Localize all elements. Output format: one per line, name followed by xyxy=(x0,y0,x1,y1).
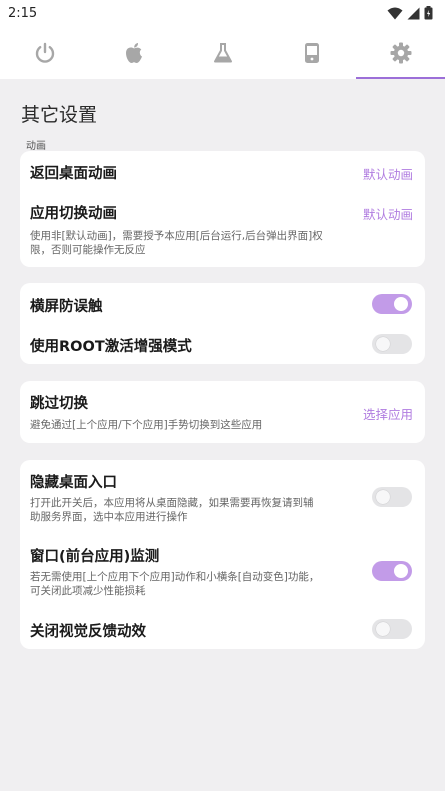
signal-icon xyxy=(407,7,420,19)
hide-launcher-toggle[interactable] xyxy=(372,487,412,507)
mode-settings-card: 横屏防误触 使用ROOT激活增强模式 xyxy=(20,283,425,364)
power-icon xyxy=(35,42,54,63)
toggle-knob xyxy=(376,622,390,636)
toggle-knob xyxy=(376,490,390,504)
hide-launcher-title: 隐藏桌面入口 xyxy=(30,475,117,491)
status-icons xyxy=(387,6,433,20)
app-switch-animation-title: 应用切换动画 xyxy=(30,206,117,222)
toggle-knob xyxy=(376,337,390,351)
app-switch-animation-desc-2: 限，否则可能操作无反应 xyxy=(30,244,146,256)
hide-launcher-desc-1: 打开此开关后，本应用将从桌面隐藏，如果需要再恢复请到辅 xyxy=(30,497,314,509)
wifi-icon xyxy=(387,7,403,19)
tab-power[interactable] xyxy=(0,26,89,79)
return-home-animation-value[interactable]: 默认动画 xyxy=(363,164,413,183)
status-bar: 2:15 xyxy=(0,0,445,26)
toggle-knob xyxy=(394,564,408,578)
app-switch-animation-row[interactable]: 应用切换动画 默认动画 使用非[默认动画]，需要授予本应用[后台运行,后台弹出界… xyxy=(30,195,413,263)
tab-bar xyxy=(0,26,445,79)
tab-device[interactable] xyxy=(267,26,356,79)
tab-lab[interactable] xyxy=(178,26,267,79)
window-monitor-desc-1: 若无需使用[上个应用下个应用]动作和小横条[自动变色]功能， xyxy=(30,571,320,583)
section-label-animation: 动画 xyxy=(26,141,46,152)
window-monitor-toggle[interactable] xyxy=(372,561,412,581)
misc-settings-card: 隐藏桌面入口 打开此开关后，本应用将从桌面隐藏，如果需要再恢复请到辅 助服务界面… xyxy=(20,460,425,649)
root-mode-title: 使用ROOT激活增强模式 xyxy=(30,339,192,355)
window-monitor-row[interactable]: 窗口(前台应用)监测 若无需使用[上个应用下个应用]动作和小横条[自动变色]功能… xyxy=(30,535,413,607)
tab-apple[interactable] xyxy=(89,26,178,79)
app-switch-animation-desc-1: 使用非[默认动画]，需要授予本应用[后台运行,后台弹出界面]权 xyxy=(30,230,323,242)
tab-settings[interactable] xyxy=(356,26,445,79)
page-title: 其它设置 xyxy=(21,104,98,126)
apple-icon xyxy=(125,42,142,63)
gear-icon xyxy=(390,42,411,63)
flask-icon xyxy=(213,42,232,62)
skip-switch-desc: 避免通过[上个应用/下个应用]手势切换到这些应用 xyxy=(30,419,263,431)
visual-feedback-title: 关闭视觉反馈动效 xyxy=(30,624,146,640)
window-monitor-desc-2: 可关闭此项减少性能损耗 xyxy=(30,585,146,597)
return-home-animation-title: 返回桌面动画 xyxy=(30,166,117,182)
animation-settings-card: 返回桌面动画 默认动画 应用切换动画 默认动画 使用非[默认动画]，需要授予本应… xyxy=(20,151,425,267)
root-mode-toggle[interactable] xyxy=(372,334,412,354)
phone-icon xyxy=(304,42,319,63)
toggle-knob xyxy=(394,297,408,311)
landscape-touch-guard-title: 横屏防误触 xyxy=(30,299,103,315)
select-apps-button[interactable]: 选择应用 xyxy=(363,404,413,423)
app-switch-animation-value[interactable]: 默认动画 xyxy=(363,204,413,223)
hide-launcher-row[interactable]: 隐藏桌面入口 打开此开关后，本应用将从桌面隐藏，如果需要再恢复请到辅 助服务界面… xyxy=(30,460,413,532)
root-mode-row[interactable]: 使用ROOT激活增强模式 xyxy=(30,323,413,364)
status-time: 2:15 xyxy=(8,5,38,21)
return-home-animation-row[interactable]: 返回桌面动画 默认动画 xyxy=(30,151,413,191)
landscape-touch-guard-toggle[interactable] xyxy=(372,294,412,314)
skip-switch-title: 跳过切换 xyxy=(30,396,88,412)
window-monitor-title: 窗口(前台应用)监测 xyxy=(30,549,160,565)
landscape-touch-guard-row[interactable]: 横屏防误触 xyxy=(30,283,413,323)
visual-feedback-toggle[interactable] xyxy=(372,619,412,639)
visual-feedback-row[interactable]: 关闭视觉反馈动效 xyxy=(30,609,413,649)
hide-launcher-desc-2: 助服务界面，选中本应用进行操作 xyxy=(30,511,188,523)
skip-switch-row[interactable]: 跳过切换 避免通过[上个应用/下个应用]手势切换到这些应用 选择应用 xyxy=(30,381,413,443)
skip-switch-card: 跳过切换 避免通过[上个应用/下个应用]手势切换到这些应用 选择应用 xyxy=(20,381,425,443)
battery-icon xyxy=(424,6,433,20)
